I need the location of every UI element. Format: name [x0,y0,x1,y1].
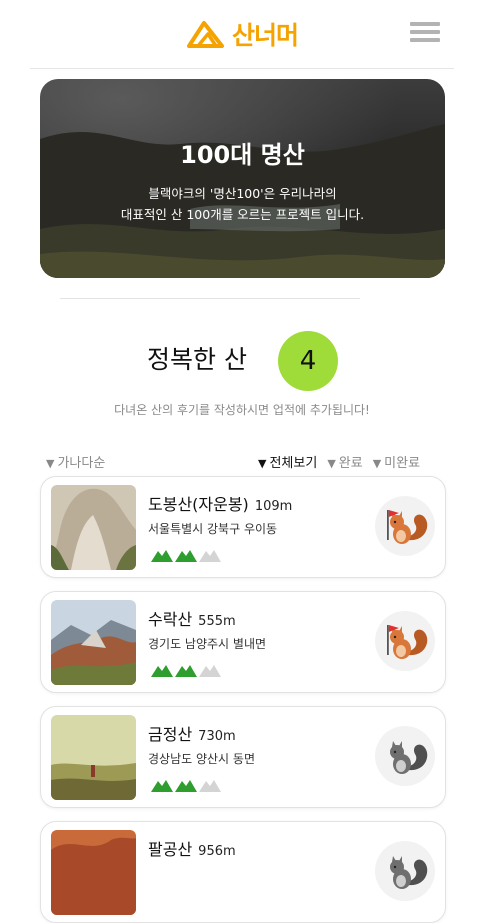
mountain-photo [51,830,136,915]
mountain-name: 수락산 555m [148,606,236,630]
mountain-filled-icon [151,780,173,792]
section-divider [60,298,360,299]
conquered-label: 정복한 산 [147,345,247,374]
mountain-location: 서울특별시 강북구 우이동 [148,522,278,536]
mountain-height: 109m [254,499,293,514]
mountain-name: 금정산 730m [148,721,236,745]
squirrel-gray-badge-icon [375,726,435,786]
hero-banner: 100대 명산 블랙야크의 '명산100'은 우리나라의 대표적인 산 100개… [40,79,445,278]
filter-all[interactable]: ▼ 전체보기 [258,452,317,471]
banner-description: 블랙야크의 '명산100'은 우리나라의 대표적인 산 100개를 오르는 프로… [40,183,445,225]
filter-completed[interactable]: ▼ 완료 [327,452,362,471]
caret-down-icon: ▼ [46,457,55,470]
mountain-empty-icon [199,550,221,562]
app-logo[interactable]: 산너머 [186,16,299,52]
filter-incomplete[interactable]: ▼ 미완료 [373,452,420,471]
caret-down-icon: ▼ [258,457,267,470]
mountain-height: 555m [198,614,236,629]
mountain-height: 956m [198,844,236,859]
sort-label: 가나다순 [57,456,106,471]
mountain-location: 경기도 남양주시 별내면 [148,637,267,651]
mountain-filled-icon [151,665,173,677]
sort-dropdown[interactable]: ▼ 가나다순 [46,452,105,471]
banner-desc-line1: 블랙야크의 '명산100'은 우리나라의 [148,186,337,201]
mountain-photo [51,600,136,685]
mountain-filled-icon [175,780,197,792]
mountain-card[interactable]: 금정산 730m 경상남도 양산시 동면 [40,706,446,808]
difficulty-rating [151,548,221,562]
banner-landscape-image [40,124,445,278]
mountain-photo [51,485,136,570]
squirrel-gray-badge-icon [375,841,435,901]
mountain-name-text: 금정산 [148,725,193,744]
mountain-name-text: 수락산 [148,610,193,629]
conquered-count-badge: 4 [278,331,338,391]
difficulty-rating [151,663,221,677]
banner-desc-line2: 대표적인 산 100개를 오르는 프로젝트 입니다. [120,207,365,222]
mountain-location: 경상남도 양산시 동면 [148,752,255,766]
squirrel-flag-badge-icon [375,611,435,671]
filter-group: ▼ 전체보기 ▼ 완료 ▼ 미완료 [258,452,420,471]
mountain-name-text: 도봉산(자운봉) [148,495,249,514]
caret-down-icon: ▼ [327,457,336,470]
squirrel-flag-badge-icon [375,496,435,556]
header-divider [30,68,454,69]
hamburger-menu-icon[interactable] [410,22,440,46]
mountain-card[interactable]: 팔공산 956m [40,821,446,923]
mountain-height: 730m [198,729,236,744]
mountain-filled-icon [175,550,197,562]
mountain-logo-icon [187,21,224,48]
mountain-empty-icon [199,665,221,677]
filter-all-label: 전체보기 [269,456,318,471]
mountain-filled-icon [175,665,197,677]
filter-incomplete-label: 미완료 [384,456,421,471]
mountain-card[interactable]: 수락산 555m 경기도 남양주시 별내면 [40,591,446,693]
mountain-filled-icon [151,550,173,562]
mountain-card[interactable]: 도봉산(자운봉) 109m 서울특별시 강북구 우이동 [40,476,446,578]
mountain-name: 팔공산 956m [148,836,236,860]
banner-title: 100대 명산 [180,141,305,169]
mountain-empty-icon [199,780,221,792]
app-header: 산너머 [0,0,484,68]
mountain-name-text: 팔공산 [148,840,193,859]
caret-down-icon: ▼ [372,457,382,470]
conquered-hint: 다녀온 산의 후기를 작성하시면 업적에 추가됩니다! [114,403,370,417]
app-logo-text: 산너머 [232,21,299,50]
mountain-photo [51,715,136,800]
mountain-name: 도봉산(자운봉) 109m [148,491,292,515]
filter-completed-label: 완료 [338,456,363,471]
difficulty-rating [151,778,221,792]
